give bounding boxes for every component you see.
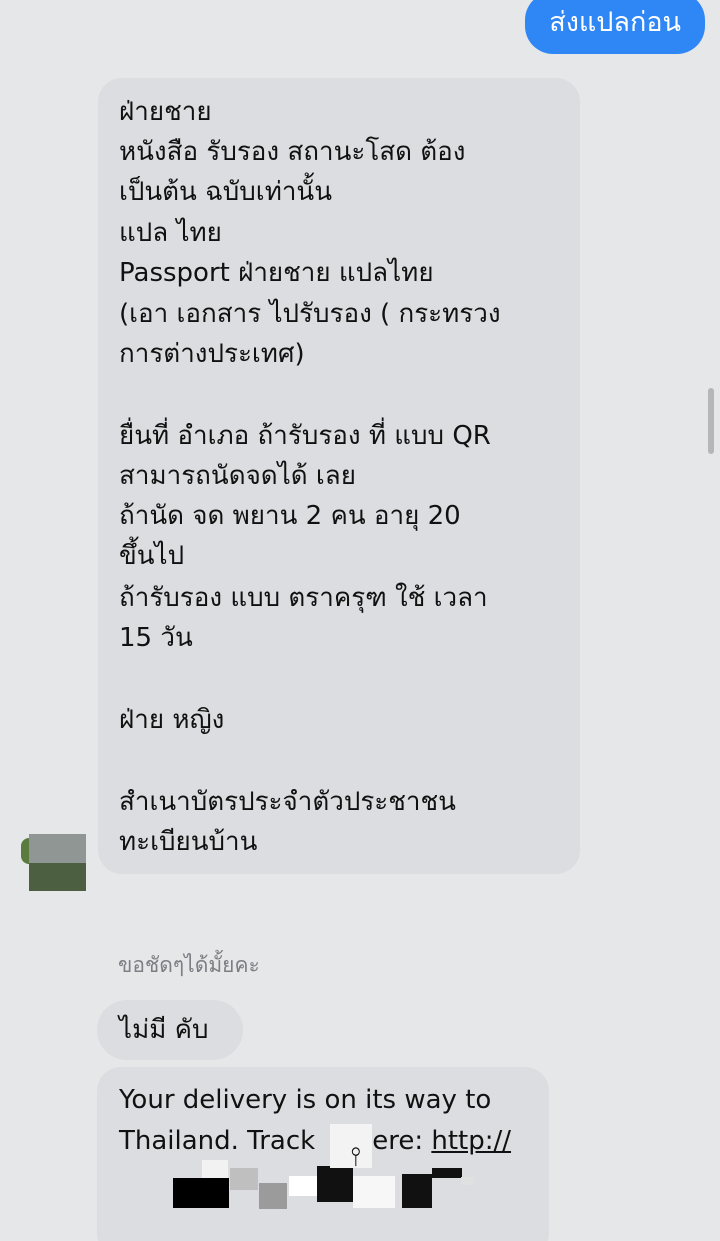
avatar-edge	[21, 838, 29, 864]
outgoing-message-text: ส่งแปลก่อน	[549, 7, 681, 38]
redaction-block	[289, 1176, 319, 1196]
delivery-message-bubble[interactable]: Your delivery is on its way to Thailand.…	[97, 1067, 549, 1241]
redaction-block	[317, 1166, 353, 1202]
avatar-bottom-block	[29, 863, 86, 891]
message-line: เป็นต้น ฉบับเท่านั้น	[119, 177, 332, 207]
message-line: แปล ไทย	[119, 218, 222, 248]
chat-screen: ส่งแปลก่อน ฝ่ายชาย หนังสือ รับรอง สถานะโ…	[0, 0, 720, 1241]
message-line: ฝ่ายชาย	[119, 97, 212, 127]
reply-label: ขอชัดๆได้มั้ยคะ	[118, 953, 260, 977]
message-line: Passport ฝ่ายชาย แปลไทย	[119, 258, 434, 288]
redaction-block	[173, 1178, 229, 1208]
message-line: ฝ่าย หญิง	[119, 705, 225, 735]
message-line: ทะเบียนบ้าน	[119, 827, 258, 857]
delivery-line-1: Your delivery is on its way to	[119, 1085, 492, 1115]
redaction-block	[259, 1183, 287, 1209]
message-line: ถ้านัด จด พยาน 2 คน อายุ 20	[119, 501, 461, 531]
message-line: (เอา เอกสาร ไปรับรอง ( กระทรวง	[119, 299, 501, 329]
message-line: สำเนาบัตรประจำตัวประชาชน	[119, 787, 456, 817]
message-line: 15 วัน	[119, 623, 193, 653]
message-line: ถ้ารับรอง แบบ ตราครุฑ ใช้ เวลา	[119, 583, 488, 613]
delivery-link[interactable]: http://	[431, 1126, 511, 1156]
message-line: ยื่นที่ อำเภอ ถ้ารับรอง ที่ แบบ QR	[119, 421, 491, 451]
delivery-line-2-prefix: Thailand. Track	[119, 1126, 316, 1156]
redaction-block	[353, 1176, 395, 1208]
incoming-message-bubble[interactable]: ฝ่ายชาย หนังสือ รับรอง สถานะโสด ต้อง เป็…	[98, 78, 580, 874]
message-line: สามารถนัดจดได้ เลย	[119, 461, 356, 491]
delivery-line-2: Thailand. Track ere: http://	[119, 1123, 511, 1159]
redaction-block	[202, 1160, 228, 1178]
message-line: ขึ้นไป	[119, 541, 185, 571]
message-line: หนังสือ รับรอง สถานะโสด ต้อง	[119, 137, 466, 167]
redaction-block	[461, 1177, 475, 1185]
reply-message-text: ไม่มี คับ	[119, 1015, 209, 1045]
message-line: การต่างประเทศ)	[119, 339, 305, 369]
reply-message-bubble[interactable]: ไม่มี คับ	[97, 1000, 243, 1060]
avatar-top-block	[29, 834, 86, 863]
delivery-line-2-middle: ere:	[372, 1126, 432, 1156]
redaction-block	[402, 1174, 432, 1208]
text-cursor-icon: ⫯	[350, 1142, 362, 1172]
scrollbar[interactable]	[708, 388, 714, 454]
contact-avatar[interactable]	[29, 834, 86, 891]
redaction-block	[432, 1168, 462, 1178]
redaction-block	[230, 1168, 258, 1190]
outgoing-message-bubble[interactable]: ส่งแปลก่อน	[525, 0, 705, 54]
